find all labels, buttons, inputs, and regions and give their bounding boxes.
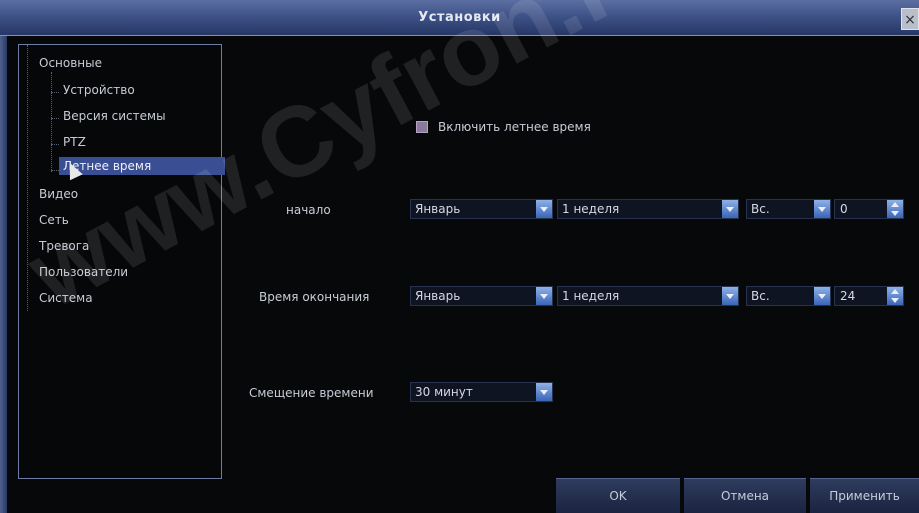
chevron-down-icon[interactable]: [722, 200, 738, 218]
tree-item-video[interactable]: Видео: [39, 185, 78, 203]
window-title: Установки: [418, 10, 501, 25]
end-day-value: Вс.: [751, 289, 770, 303]
start-month-select[interactable]: Январь: [410, 199, 553, 219]
end-week-select[interactable]: 1 неделя: [557, 286, 739, 306]
settings-tree: Основные Устройство Версия системы PTZ Л…: [18, 44, 225, 479]
chevron-down-icon[interactable]: [536, 383, 552, 401]
start-month-value: Январь: [415, 202, 461, 216]
tree-item-dst[interactable]: Летнее время: [59, 157, 225, 175]
end-month-select[interactable]: Январь: [410, 286, 553, 306]
chevron-down-icon[interactable]: [814, 200, 830, 218]
end-hour-spinner[interactable]: 24: [834, 286, 904, 306]
enable-dst-checkbox[interactable]: [416, 121, 428, 133]
chevron-down-icon[interactable]: [814, 287, 830, 305]
tree-item-device[interactable]: Устройство: [63, 81, 135, 99]
tree-line: [51, 118, 59, 119]
tree-line: [51, 144, 59, 145]
offset-label: Смещение времени: [249, 386, 374, 400]
start-day-select[interactable]: Вс.: [746, 199, 831, 219]
tree-item-system[interactable]: Система: [39, 289, 93, 307]
tree-item-network[interactable]: Сеть: [39, 211, 69, 229]
tree-item-ptz[interactable]: PTZ: [63, 133, 86, 151]
offset-value: 30 минут: [415, 385, 473, 399]
start-label: начало: [286, 203, 331, 217]
start-hour-value: 0: [840, 202, 848, 216]
start-day-value: Вс.: [751, 202, 770, 216]
offset-select[interactable]: 30 минут: [410, 382, 553, 402]
tree-line: [51, 170, 59, 171]
end-week-value: 1 неделя: [562, 289, 620, 303]
start-hour-spinner[interactable]: 0: [834, 199, 904, 219]
end-label: Время окончания: [259, 290, 370, 304]
tree-line: [27, 45, 28, 311]
tree-item-alarm[interactable]: Тревога: [39, 237, 89, 255]
end-day-select[interactable]: Вс.: [746, 286, 831, 306]
tree-item-general[interactable]: Основные: [39, 54, 102, 72]
apply-button[interactable]: Применить: [810, 478, 919, 513]
start-week-select[interactable]: 1 неделя: [557, 199, 739, 219]
tree-item-users[interactable]: Пользователи: [39, 263, 128, 281]
spinner-arrows-icon[interactable]: [887, 287, 903, 305]
chevron-down-icon[interactable]: [722, 287, 738, 305]
tree-line: [51, 92, 59, 93]
chevron-down-icon[interactable]: [536, 287, 552, 305]
spinner-arrows-icon[interactable]: [887, 200, 903, 218]
cancel-button[interactable]: Отмена: [684, 478, 806, 513]
ok-button[interactable]: OK: [556, 478, 680, 513]
tree-item-system-version[interactable]: Версия системы: [63, 107, 166, 125]
left-edge-strip: [0, 36, 7, 513]
start-week-value: 1 неделя: [562, 202, 620, 216]
end-hour-value: 24: [840, 289, 856, 303]
enable-dst-label: Включить летнее время: [438, 120, 591, 134]
tree-line: [51, 72, 52, 172]
close-button[interactable]: ×: [901, 8, 919, 30]
end-month-value: Январь: [415, 289, 461, 303]
chevron-down-icon[interactable]: [536, 200, 552, 218]
